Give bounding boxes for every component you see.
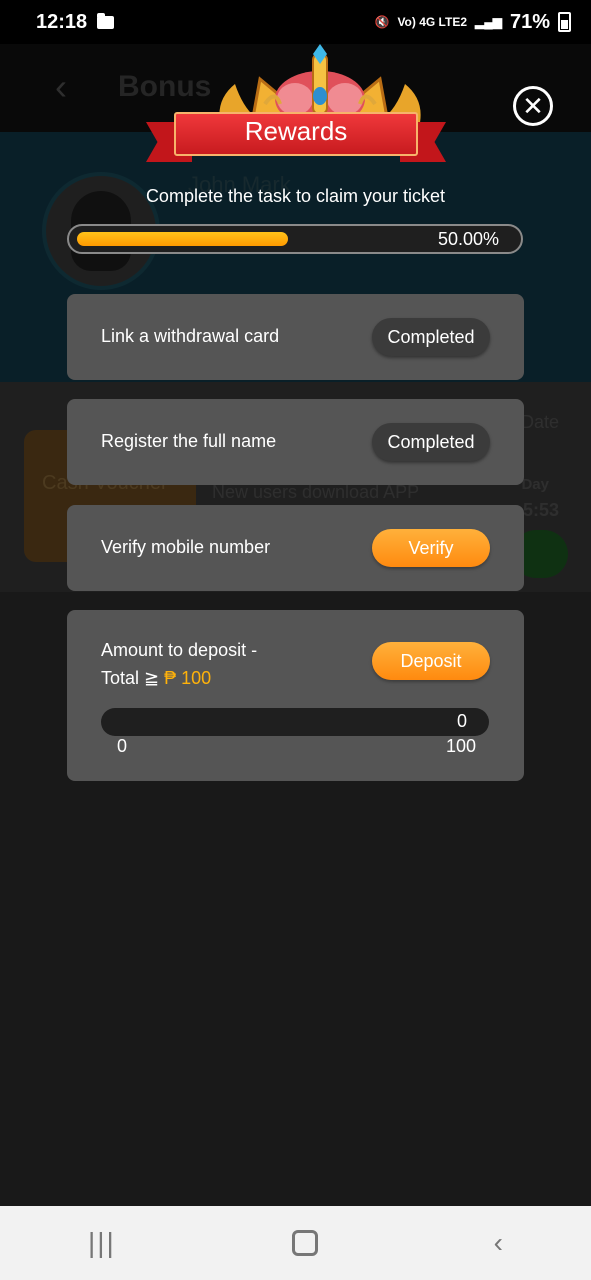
close-icon: ✕ [522,91,544,121]
progress-percent: 50.00% [437,229,499,249]
mute-icon: 🔇 [374,15,390,29]
signal-icon: ▂▄▆ [475,15,502,29]
task-card-mobile: Verify mobile number Verify [67,505,524,591]
task-card-deposit: Amount to deposit - Total ≧ ₱ 100 Deposi… [67,610,524,781]
deposit-label-prefix: Total ≧ [101,668,160,688]
status-bar: 12:18 🔇 Vo) 4G LTE2 ▂▄▆ 71% [0,0,591,44]
modal-title: Rewards [244,116,348,146]
recent-apps-icon[interactable]: ||| [88,1227,116,1259]
status-time: 12:18 [36,10,88,33]
battery-icon [558,12,571,32]
deposit-amount: 100 [181,668,212,688]
task-label: Verify mobile number [101,537,271,557]
deposit-min: 0 [117,736,128,756]
folder-icon [97,12,115,29]
overall-progress-bar: 50.00% [67,224,523,254]
task-card-full-name: Register the full name Completed [67,399,524,485]
deposit-button[interactable]: Deposit [372,642,490,680]
deposit-max: 100 [445,736,476,756]
network-indicator: Vo) 4G LTE2 [397,15,467,29]
system-nav-bar: ||| ‹ [0,1206,591,1280]
task-card-withdrawal: Link a withdrawal card Completed [67,294,524,380]
modal-subtitle: Complete the task to claim your ticket [145,186,446,206]
rewards-ribbon: Rewards [146,112,446,162]
home-icon[interactable] [291,1230,318,1256]
task-label: Link a withdrawal card [101,326,280,346]
verify-button[interactable]: Verify [372,529,490,567]
back-nav-icon[interactable]: ‹ [494,1227,503,1259]
close-button[interactable]: ✕ [513,86,553,126]
completed-button[interactable]: Completed [372,423,490,461]
peso-icon: ₱ [164,668,177,688]
task-label: Register the full name [101,431,277,451]
battery-level: 71% [509,10,550,33]
deposit-label: Amount to deposit - Total ≧ ₱ 100 [101,636,257,692]
completed-button[interactable]: Completed [372,318,490,356]
deposit-label-line1: Amount to deposit - [101,640,258,660]
deposit-progress-bar: 0 [101,708,489,736]
deposit-current: 0 [456,711,467,731]
progress-fill [77,232,288,246]
